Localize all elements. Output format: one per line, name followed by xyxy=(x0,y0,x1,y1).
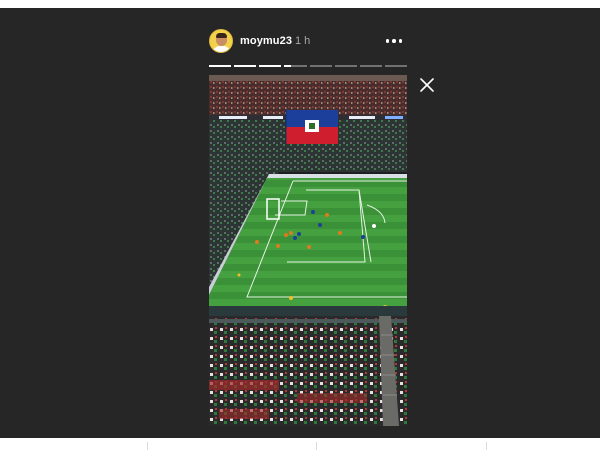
story-header: moymu23 1 h xyxy=(209,29,407,55)
timestamp: 1 h xyxy=(295,35,311,47)
progress-segment xyxy=(309,65,332,67)
username[interactable]: moymu23 xyxy=(240,35,292,47)
progress-segment xyxy=(359,65,382,67)
progress-segment xyxy=(334,65,357,67)
flag-sticker xyxy=(285,110,338,144)
page-footer xyxy=(0,438,600,450)
progress-segment xyxy=(384,65,407,67)
progress-segment xyxy=(234,65,257,67)
more-options-icon[interactable] xyxy=(381,33,407,49)
story-progress-bar xyxy=(209,65,407,67)
progress-segment xyxy=(209,65,232,67)
avatar[interactable] xyxy=(209,29,233,53)
progress-segment xyxy=(284,65,307,67)
stadium-photo xyxy=(209,75,407,426)
story-media[interactable] xyxy=(209,75,407,426)
close-icon[interactable] xyxy=(419,77,435,93)
progress-segment xyxy=(259,65,282,67)
